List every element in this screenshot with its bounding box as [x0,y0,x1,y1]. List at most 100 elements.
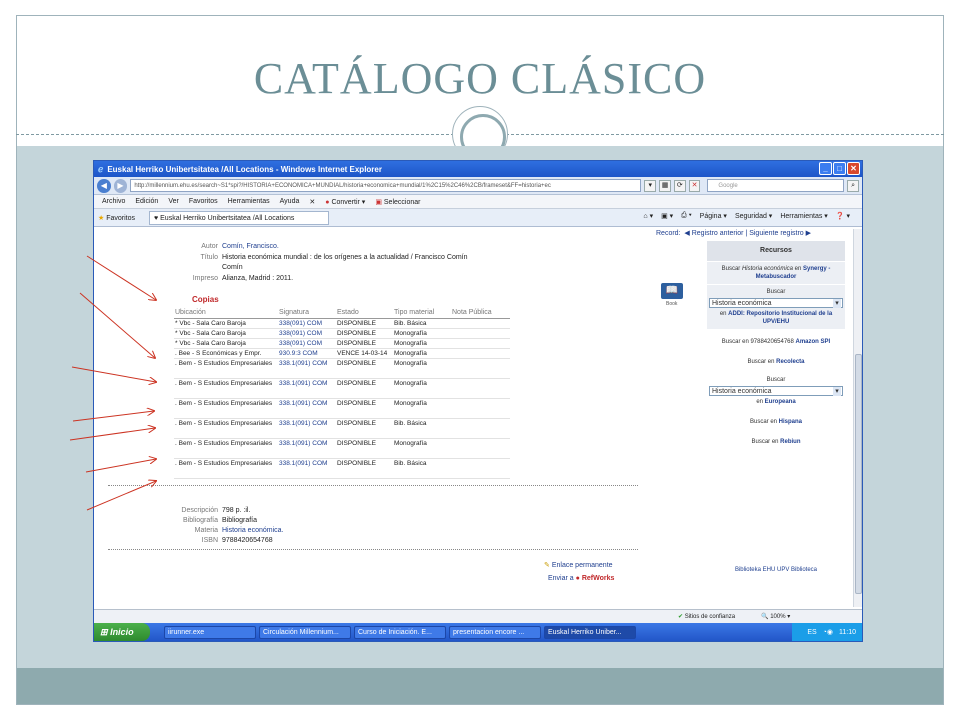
tray-icons[interactable]: ◔◉ [823,628,833,636]
amazon-block: Buscar en 9788420654768 Amazon SPI [721,339,831,345]
cell-signatura[interactable]: 338.1(091) COM [279,379,337,398]
table-row: . Bem - S Estudios Empresariales 338.1(0… [174,399,510,419]
print-icon[interactable]: ⎙ ▾ [681,212,692,220]
isbn-row: ISBN 9788420654768 [164,537,273,544]
compat-view-icon[interactable]: ▦ [659,179,671,192]
cell-signatura[interactable]: 338.1(091) COM [279,399,337,418]
cell-estado: DISPONIBLE [337,340,377,347]
cell-estado: DISPONIBLE [337,460,377,467]
titulo-row-2: Comín [164,264,243,271]
zoom-level[interactable]: 🔍 100% ▾ [761,613,790,620]
browser-tab[interactable]: ♥ Euskal Herriko Unibertsitatea /All Loc… [149,210,330,225]
menu-ver[interactable]: Ver [168,198,179,205]
forward-button[interactable]: ▶ [113,178,128,193]
cell-signatura[interactable]: 338(091) COM [279,339,337,348]
clock: 11:10 [839,628,856,636]
recursos-panel: Recursos Buscar Historia económica en Sy… [707,241,845,577]
refworks-icon: ● [575,575,580,582]
cell-tipo: Monografía [394,360,427,367]
bibliografia-value: Bibliografía [222,517,258,524]
hispana-link[interactable]: Hispana [779,419,802,425]
titulo-value: Historia económica mundial : de los oríg… [222,254,468,261]
cell-estado: DISPONIBLE [337,440,377,447]
help-icon[interactable]: ❓ ▾ [836,212,850,220]
cell-signatura[interactable]: 930.9:3 COM [279,349,337,358]
record-nav: Record: ◀ Registro anterior | Siguiente … [656,230,812,237]
refresh-icon[interactable]: ⟳ [673,179,686,192]
next-record-link[interactable]: Siguiente registro [749,230,803,237]
menu-ayuda[interactable]: Ayuda [280,198,300,205]
taskbar-item[interactable]: Curso de Iniciación. E... [354,625,446,639]
copies-header: Ubicación Signatura Estado Tipo material… [174,309,510,319]
menu-favoritos[interactable]: Favoritos [189,198,218,205]
table-row: . Bem - S Estudios Empresariales 338.1(0… [174,419,510,439]
refworks-logo: RefWorks [581,575,615,582]
menu-herramientas[interactable]: Herramientas [228,198,270,205]
addi-link[interactable]: ADDI: Repositorio Institucional de la UP… [728,311,832,325]
permalink-link[interactable]: ✎ Enlace permanente [544,561,613,569]
favorites-bar: ★ Favoritos ♥ Euskal Herriko Unibertsita… [94,209,862,227]
seleccionar-button[interactable]: ▣ Seleccionar [375,198,420,206]
search-icon[interactable]: ⌕ [847,179,859,192]
page-menu[interactable]: Página ▾ [700,212,727,220]
select-icon: ▣ [375,198,382,206]
security-menu[interactable]: Seguridad ▾ [735,212,772,220]
back-button[interactable]: ◀ [97,178,111,193]
impreso-label: Impreso [192,275,218,282]
table-row: * Vbc - Sala Caro Baroja 338(091) COM DI… [174,329,510,339]
europeana-link[interactable]: Europeana [765,399,796,405]
table-row: * Vbc - Sala Caro Baroja 338(091) COM DI… [174,319,510,329]
cell-estado: DISPONIBLE [337,320,377,327]
refworks-export[interactable]: Enviar a ● RefWorks [548,575,614,582]
taskbar-item[interactable]: iirunner.exe [164,625,256,639]
cell-ubicacion: . Bem - S Estudios Empresariales [175,460,273,467]
rebiun-link[interactable]: Rebiun [780,439,800,445]
europeana-search-select[interactable]: Historia económica [709,386,843,396]
search-input[interactable]: Google [707,179,845,192]
cell-estado: DISPONIBLE [337,330,377,337]
hispana-block: Buscar en Hispana [749,419,803,425]
europeana-block: Buscar Historia económica en Europeana [707,373,845,409]
cell-tipo: Monografía [394,340,427,347]
cell-signatura[interactable]: 338.1(091) COM [279,459,337,478]
materia-link[interactable]: Historia económica. [222,527,283,534]
cell-signatura[interactable]: 338.1(091) COM [279,419,337,438]
taskbar-item[interactable]: Euskal Herriko Uniber... [544,625,636,639]
titulo-value-line2: Comín [222,264,243,271]
autor-link[interactable]: Comín, Francisco. [222,243,279,250]
home-icon[interactable]: ⌂ ▾ [643,212,653,220]
menu-edicion[interactable]: Edición [135,198,158,205]
stop-icon[interactable]: ✕ [688,179,701,192]
record-label-partial: Record: [656,230,681,237]
addi-search-select[interactable]: Historia económica [709,298,843,308]
cell-signatura[interactable]: 338(091) COM [279,319,337,328]
toolbar-close-icon[interactable]: ✕ [309,198,315,206]
url-dropdown-icon[interactable]: ▾ [644,179,657,192]
taskbar-item[interactable]: presentacion encore ... [449,625,541,639]
prev-record-link[interactable]: ◀ Registro anterior [684,230,743,237]
taskbar-item[interactable]: Circulación Millennium... [259,625,351,639]
cell-signatura[interactable]: 338(091) COM [279,329,337,338]
tools-menu[interactable]: Herramientas ▾ [780,212,827,220]
menu-archivo[interactable]: Archivo [102,198,125,205]
titulo-label: Título [200,254,218,261]
language-indicator[interactable]: ES [807,629,816,636]
start-button[interactable]: ⊞ Inicio [94,623,150,641]
favorites-button[interactable]: ★ Favoritos [98,214,135,222]
url-input[interactable]: http://millennium.ehu.es/search~S1*spi?/… [130,179,642,192]
isbn-value: 9788420654768 [222,537,273,544]
maximize-button[interactable]: □ [833,162,846,175]
cell-signatura[interactable]: 338.1(091) COM [279,439,337,458]
recolecta-link[interactable]: Recolecta [776,359,804,365]
amazon-link[interactable]: Amazon SPI [796,339,831,345]
windows-taskbar: ⊞ Inicio iirunner.exe Circulación Millen… [94,623,862,641]
bibliografia-row: Bibliografía Bibliografía [164,517,257,524]
feeds-icon[interactable]: ▣ ▾ [661,212,673,220]
minimize-button[interactable]: _ [819,162,832,175]
convertir-button[interactable]: ● Convertir ▾ [325,198,365,206]
close-button[interactable]: ✕ [847,162,860,175]
scrollbar-thumb[interactable] [855,354,862,594]
vertical-scrollbar[interactable] [853,229,862,607]
cell-signatura[interactable]: 338.1(091) COM [279,359,337,378]
recolecta-block: Buscar en Recolecta [747,359,805,365]
